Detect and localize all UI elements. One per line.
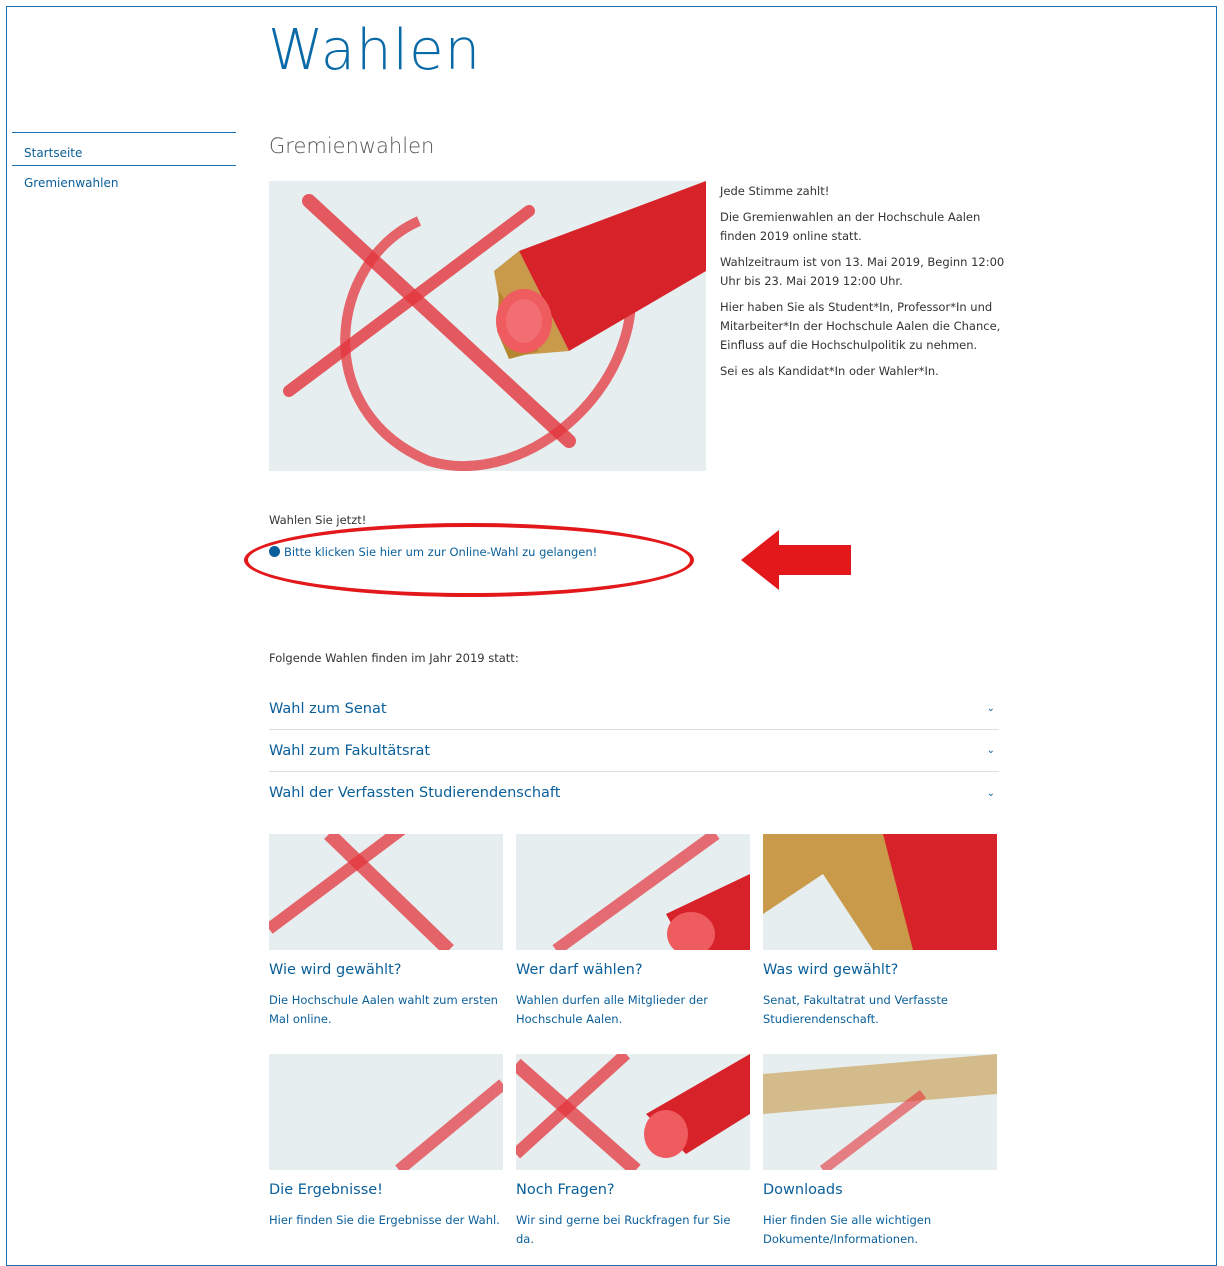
card-description: Wir sind gerne bei Ruckfragen fur Sie da… — [516, 1213, 731, 1246]
card-image — [763, 1054, 997, 1170]
elections-accordion: Wahl zum Senat ⌄ Wahl zum Fakultätsrat ⌄… — [269, 688, 999, 814]
elections-intro: Folgende Wahlen finden im Jahr 2019 stat… — [269, 651, 519, 665]
sidebar-item-gremienwahlen[interactable]: Gremienwahlen — [12, 166, 236, 196]
accordion-item-fakultaetsrat[interactable]: Wahl zum Fakultätsrat ⌄ — [269, 730, 999, 772]
online-vote-link-text: Bitte klicken Sie hier um zur Online-Wah… — [284, 545, 598, 559]
hero-image — [269, 181, 706, 471]
accordion-item-label: Wahl zum Fakultätsrat — [269, 742, 431, 759]
section-title: Gremienwahlen — [269, 134, 435, 158]
card-wie-wird-gewaehlt[interactable]: Wie wird gewählt? Die Hochschule Aalen w… — [269, 834, 503, 1029]
card-title: Noch Fragen? — [516, 1182, 615, 1198]
accordion-item-label: Wahl der Verfassten Studierendenschaft — [269, 785, 561, 801]
annotation-arrow-icon — [741, 530, 851, 590]
vote-now-label: Wahlen Sie jetzt! — [269, 513, 367, 527]
sidebar-nav: Startseite Gremienwahlen — [12, 132, 236, 196]
intro-paragraph: Wahlzeitraum ist von 13. Mai 2019, Begin… — [720, 255, 1005, 288]
accordion-item-senat[interactable]: Wahl zum Senat ⌄ — [269, 688, 999, 730]
card-downloads[interactable]: Downloads Hier finden Sie alle wichtigen… — [763, 1054, 997, 1249]
intro-text: Jede Stimme zahlt! Die Gremienwahlen an … — [720, 182, 1005, 388]
card-description: Hier finden Sie alle wichtigen Dokumente… — [763, 1213, 932, 1246]
card-description: Die Hochschule Aalen wahlt zum ersten Ma… — [269, 993, 498, 1026]
card-image — [516, 1054, 750, 1170]
card-title: Wie wird gewählt? — [269, 962, 402, 978]
card-title: Die Ergebnisse! — [269, 1182, 383, 1198]
card-wer-darf-waehlen[interactable]: Wer darf wählen? Wahlen durfen alle Mitg… — [516, 834, 750, 1029]
globe-icon — [269, 546, 280, 557]
card-title: Downloads — [763, 1182, 843, 1198]
page-title: Wahlen — [268, 18, 482, 83]
card-image — [269, 1054, 503, 1170]
card-title: Was wird gewählt? — [763, 962, 899, 978]
chevron-down-icon: ⌄ — [986, 703, 995, 714]
chevron-down-icon: ⌄ — [986, 745, 995, 756]
online-vote-link[interactable]: Bitte klicken Sie hier um zur Online-Wah… — [269, 545, 597, 559]
card-noch-fragen[interactable]: Noch Fragen? Wir sind gerne bei Ruckfrag… — [516, 1054, 750, 1249]
sidebar-item-startseite[interactable]: Startseite — [12, 133, 236, 166]
card-ergebnisse[interactable]: Die Ergebnisse! Hier finden Sie die Erge… — [269, 1054, 503, 1230]
intro-paragraph: Hier haben Sie als Student*In, Professor… — [720, 300, 1001, 352]
card-description: Hier finden Sie die Ergebnisse der Wahl. — [269, 1213, 500, 1227]
card-title: Wer darf wählen? — [516, 962, 643, 978]
card-image — [269, 834, 503, 950]
accordion-item-studierendenschaft[interactable]: Wahl der Verfassten Studierendenschaft ⌄ — [269, 772, 999, 814]
card-image — [763, 834, 997, 950]
intro-paragraph: Die Gremienwahlen an der Hochschule Aale… — [720, 210, 981, 243]
card-description: Wahlen durfen alle Mitglieder der Hochsc… — [516, 993, 708, 1026]
card-description: Senat, Fakultatrat und Verfasste Studier… — [763, 993, 948, 1026]
card-image — [516, 834, 750, 950]
intro-paragraph: Sei es als Kandidat*In oder Wahler*In. — [720, 364, 939, 378]
intro-paragraph: Jede Stimme zahlt! — [720, 184, 830, 198]
chevron-down-icon: ⌄ — [986, 787, 995, 799]
card-was-wird-gewaehlt[interactable]: Was wird gewählt? Senat, Fakultatrat und… — [763, 834, 997, 1029]
accordion-item-label: Wahl zum Senat — [269, 700, 387, 717]
